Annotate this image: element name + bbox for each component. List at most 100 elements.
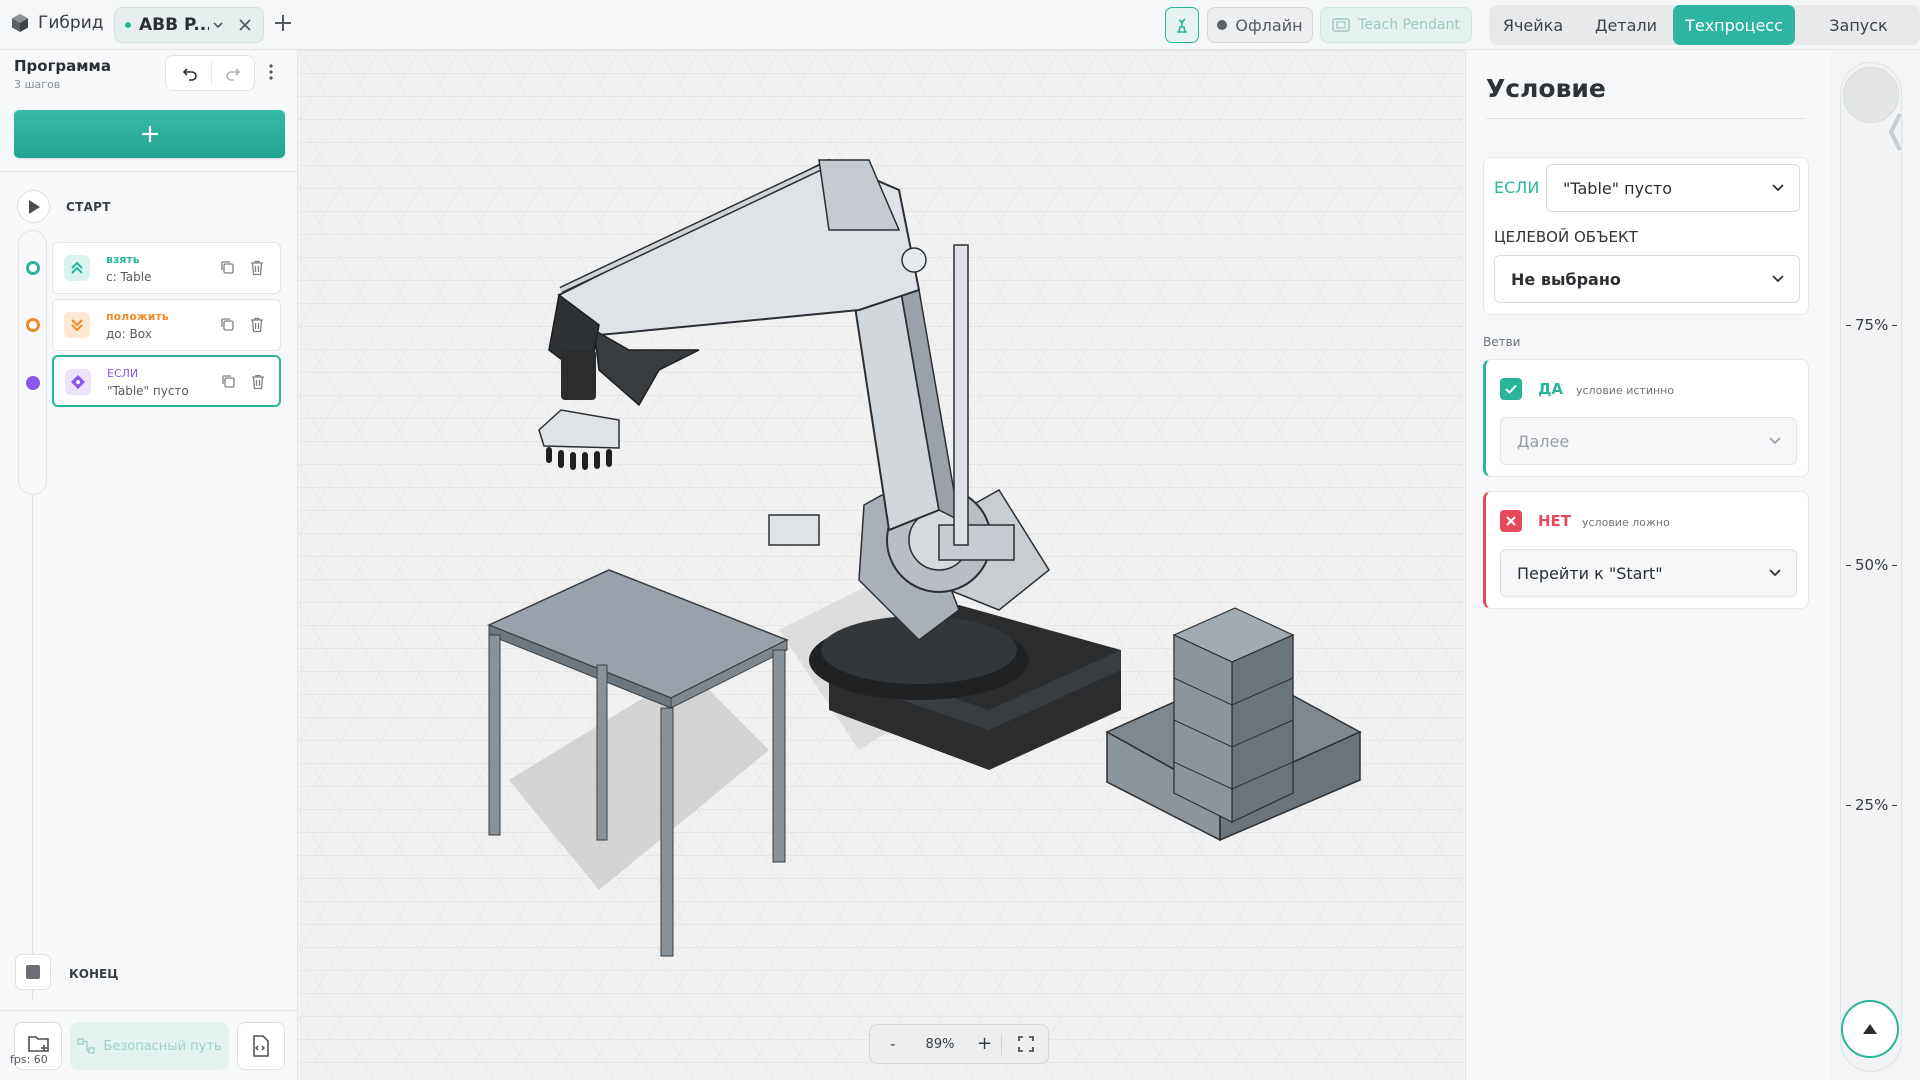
safe-path-label: Безопасный путь [103,1038,222,1054]
branch-yes-card: ДА условие истинно Далее [1483,359,1809,477]
branch-yes-description: условие истинно [1576,384,1675,397]
if-label: ЕСЛИ [1494,178,1540,197]
step-marker [26,318,40,332]
condition-icon [65,369,91,395]
teach-pendant-button[interactable]: Teach Pendant [1320,7,1472,43]
step-detail: с: Table [106,270,152,284]
zoom-level: 89% [925,1037,955,1052]
branches-label: Ветви [1483,335,1521,349]
connection-status-button[interactable]: Офлайн [1207,7,1313,43]
main-navigation: Ячейка Детали Техпроцесс Запуск [1489,5,1920,45]
project-tab[interactable]: ABB P... [114,7,264,43]
add-tab-icon[interactable] [272,12,294,34]
speed-tick-25: 25% [1846,796,1898,814]
branch-no-description: условие ложно [1582,516,1670,529]
tab-run[interactable]: Запуск [1797,5,1920,45]
chevron-down-icon[interactable] [211,18,225,32]
teach-pendant-icon [1332,18,1350,32]
close-tab-icon[interactable] [237,17,253,33]
start-label: СТАРТ [66,200,111,214]
zoom-in-button[interactable]: + [977,1033,992,1054]
trash-icon[interactable] [251,374,265,390]
top-bar: Гибрид ABB P... Офлайн Teach Pendant Яче… [0,0,1920,50]
program-panel: Программа 3 шагов СТАРТ взять с: Table п… [0,50,298,1080]
step-kind: взять [106,253,140,266]
play-icon [28,199,40,214]
history-controls [165,55,255,91]
robot-arm-icon [1177,18,1187,33]
more-options-icon[interactable] [268,63,274,81]
target-object-select[interactable]: Не выбрано [1494,255,1800,303]
tab-parts[interactable]: Детали [1579,5,1673,45]
branch-no-card: НЕТ условие ложно Перейти к "Start" [1483,491,1809,609]
zoom-out-button[interactable]: - [890,1035,895,1053]
fit-view-icon[interactable] [1018,1036,1034,1052]
take-icon [64,255,90,281]
copy-icon[interactable] [220,260,235,275]
redo-icon[interactable] [224,65,242,83]
divider [1001,1035,1002,1055]
divider [1486,118,1806,119]
triangle-up-icon [1863,1024,1877,1034]
condition-value: "Table" пусто [1563,178,1673,198]
tab-process[interactable]: Техпроцесс [1673,5,1795,45]
step-detail: до: Box [106,327,152,341]
document-code-icon [253,1035,269,1057]
3d-viewport[interactable]: - 89% + [299,50,1464,1080]
chevron-down-icon [1772,184,1784,192]
fps-counter: fps: 60 [10,1053,48,1066]
status-label: Офлайн [1235,15,1303,35]
step-detail: "Table" пусто [107,384,189,398]
program-title: Программа [14,57,111,75]
stop-icon [26,965,40,979]
branch-no-action-select[interactable]: Перейти к "Start" [1500,549,1797,597]
scene-canvas[interactable] [299,50,1464,1080]
robot-toggle-button[interactable] [1165,7,1199,43]
export-button[interactable] [237,1022,285,1070]
branch-yes-action-select[interactable]: Далее [1500,417,1797,465]
trash-icon[interactable] [250,260,264,276]
branch-yes-label: ДА [1538,380,1563,398]
speed-tick-50: 50% [1846,556,1898,574]
checkbox-crossed[interactable] [1500,510,1522,532]
step-card-take[interactable]: взять с: Table [52,242,281,294]
safe-path-button[interactable]: Безопасный путь [70,1022,229,1070]
teach-pendant-label: Teach Pendant [1358,17,1460,33]
divider [0,1010,298,1011]
zoom-controls: - 89% + [869,1024,1049,1064]
divider [0,171,298,172]
copy-icon[interactable] [221,374,236,389]
step-card-if[interactable]: ЕСЛИ "Table" пусто [52,355,281,407]
brand[interactable]: Гибрид [10,13,104,33]
divider [211,62,212,86]
step-marker [26,261,40,275]
target-object-label: ЦЕЛЕВОЙ ОБЪЕКТ [1494,228,1638,246]
cube-logo-icon [12,14,28,32]
check-icon [1505,384,1517,394]
step-card-place[interactable]: положить до: Box [52,299,281,351]
add-step-button[interactable] [14,110,285,158]
undo-icon[interactable] [181,65,199,83]
tab-cell[interactable]: Ячейка [1489,5,1577,45]
chevron-left-icon[interactable] [1888,112,1902,152]
panel-title: Условие [1486,74,1606,103]
place-icon [64,312,90,338]
checkbox-checked[interactable] [1500,378,1522,400]
branch-no-action: Перейти к "Start" [1517,563,1663,583]
target-object-value: Не выбрано [1511,269,1621,289]
speed-tick-75: 75% [1846,316,1898,334]
trash-icon[interactable] [250,317,264,333]
chevron-down-icon [1772,275,1784,283]
plus-icon [141,126,158,142]
step-marker [26,376,40,390]
start-play-button[interactable] [17,190,50,223]
end-stop-button[interactable] [15,954,51,990]
branch-no-label: НЕТ [1538,512,1572,530]
program-step-count: 3 шагов [14,78,61,91]
folder-plus-icon [28,1036,49,1052]
condition-select[interactable]: "Table" пусто [1546,164,1800,212]
speed-up-button[interactable] [1841,1000,1899,1058]
chevron-down-icon [1769,569,1781,577]
copy-icon[interactable] [220,317,235,332]
project-tab-label: ABB P... [139,15,209,35]
